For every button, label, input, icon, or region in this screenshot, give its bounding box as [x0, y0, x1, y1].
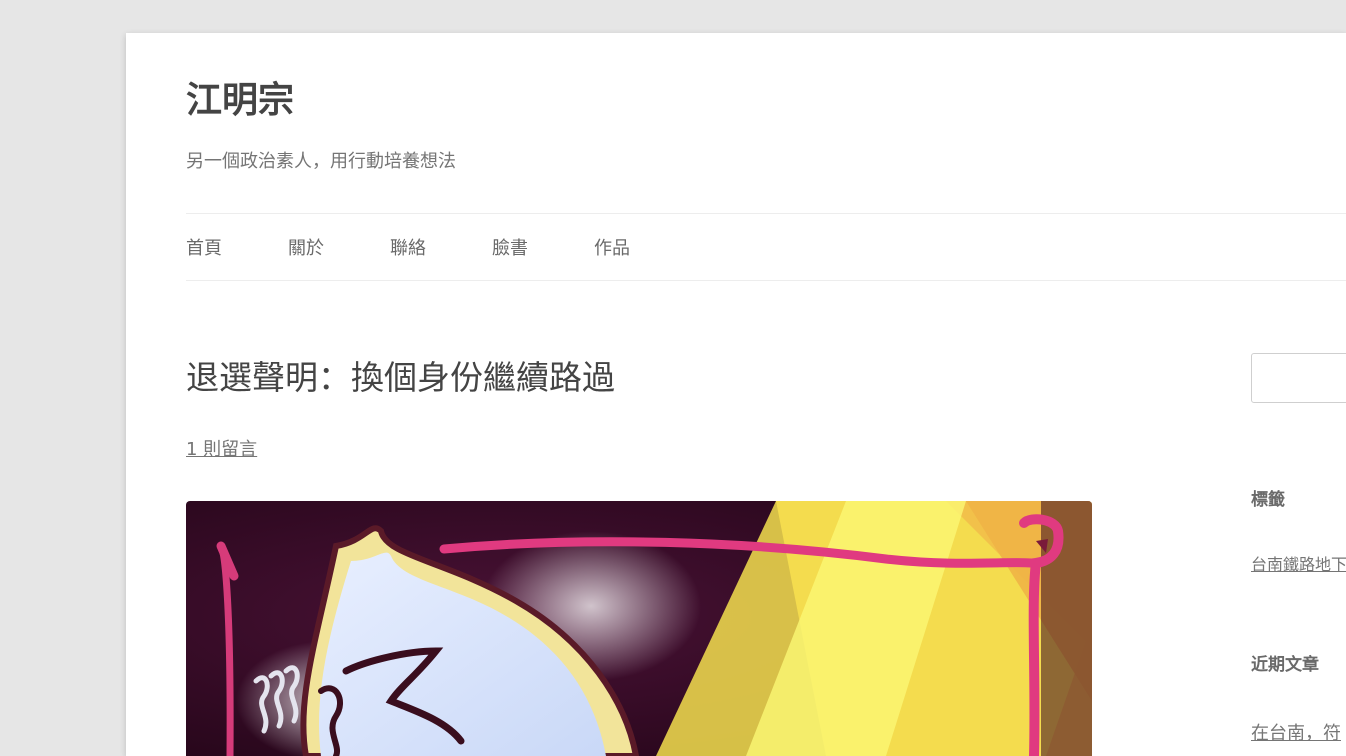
widget-title-recent-posts: 近期文章 [1251, 655, 1319, 675]
nav-item-facebook[interactable]: 臉書 [492, 234, 528, 260]
comments-link[interactable]: 1 則留言 [186, 435, 257, 461]
nav-item-home[interactable]: 首頁 [186, 234, 222, 260]
recent-post-link[interactable]: 在台南，符 [1251, 719, 1341, 745]
site-description: 另一個政治素人，用行動培養想法 [186, 151, 456, 172]
tag-link[interactable]: 台南鐵路地下 [1251, 551, 1346, 575]
nav-item-contact[interactable]: 聯絡 [390, 234, 426, 260]
search-input[interactable] [1251, 353, 1346, 403]
featured-image[interactable] [186, 501, 1092, 756]
page-container: 江明宗 另一個政治素人，用行動培養想法 首頁 關於 聯絡 臉書 作品 退選聲明：… [126, 33, 1346, 756]
widget-title-tags: 標籤 [1251, 490, 1285, 510]
main-navigation: 首頁 關於 聯絡 臉書 作品 [186, 213, 1346, 281]
site-title[interactable]: 江明宗 [186, 79, 294, 122]
nav-item-works[interactable]: 作品 [594, 234, 630, 260]
nav-item-about[interactable]: 關於 [288, 234, 324, 260]
spotlight-illustration [186, 501, 1092, 756]
post-title[interactable]: 退選聲明：換個身份繼續路過 [186, 351, 615, 399]
